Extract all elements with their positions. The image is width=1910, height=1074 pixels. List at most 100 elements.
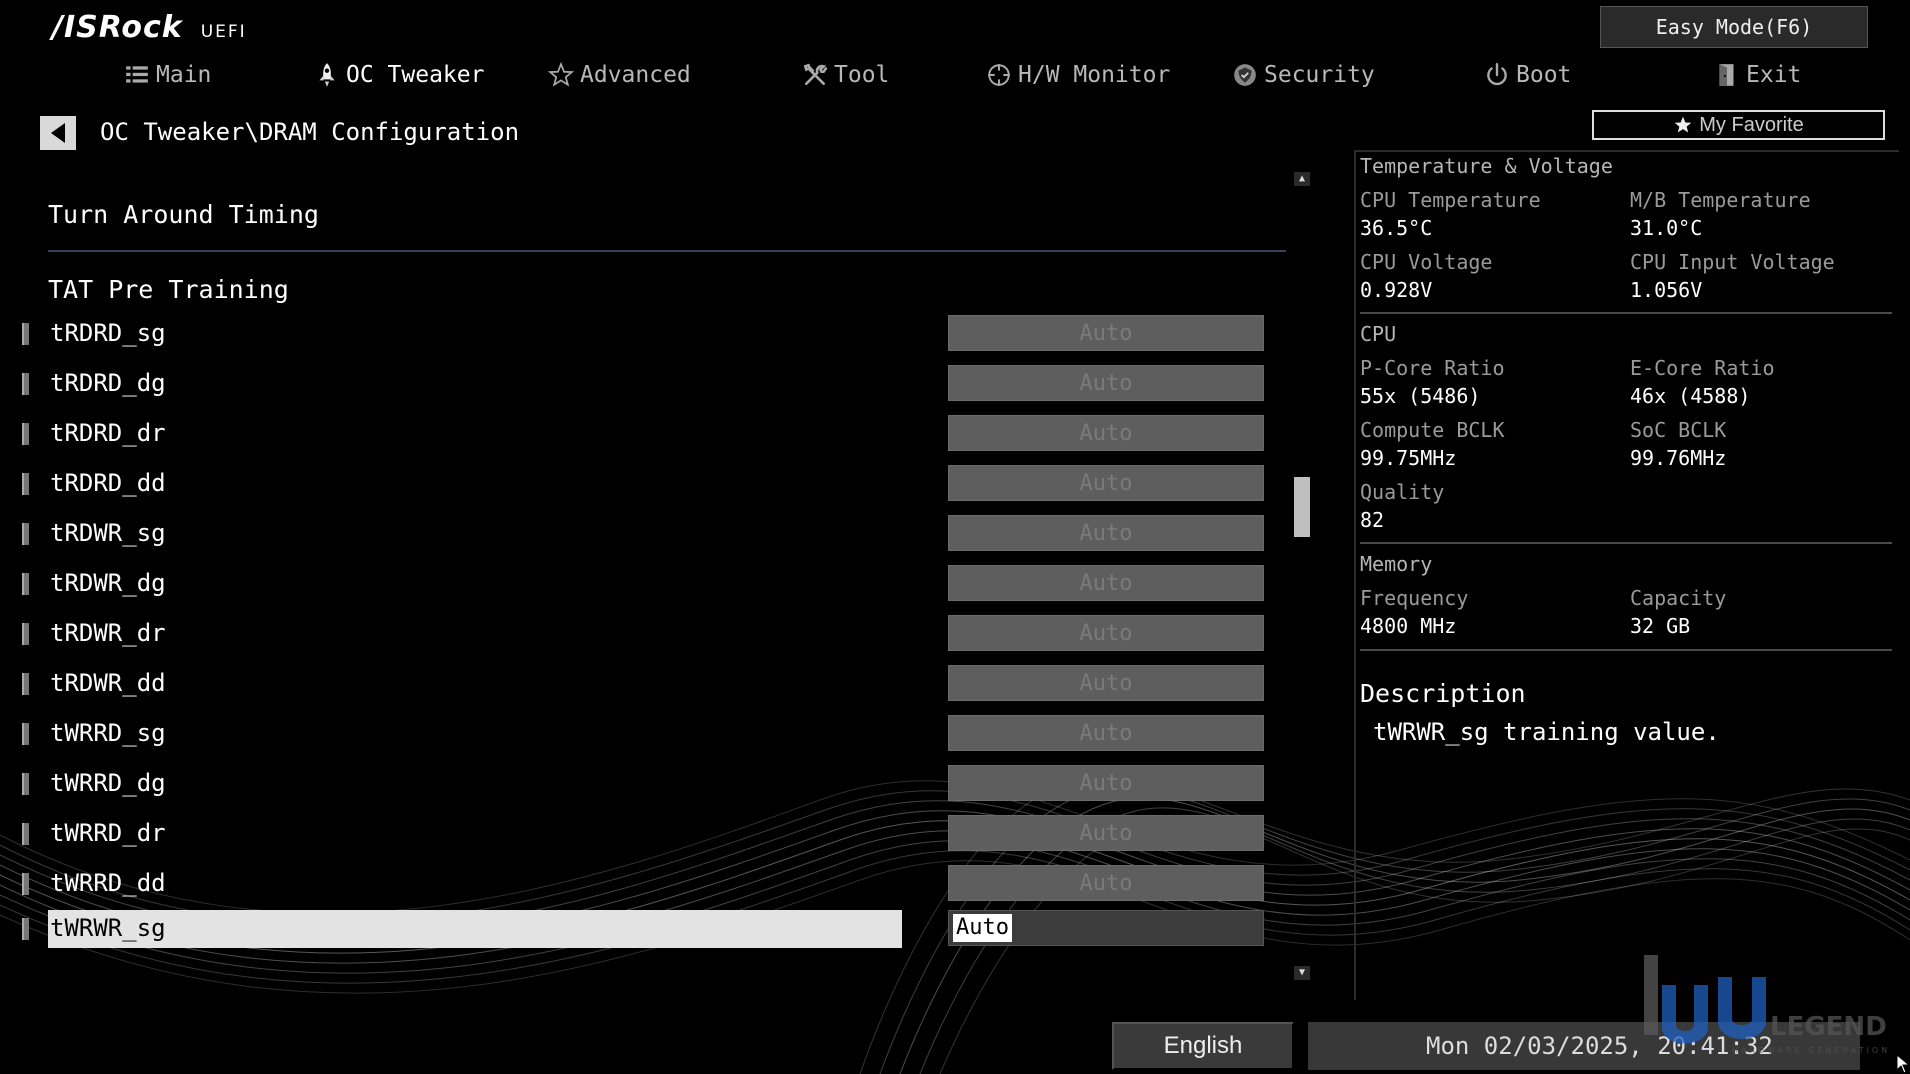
- row-grip: [22, 373, 29, 395]
- setting-value[interactable]: Auto: [948, 365, 1264, 401]
- pcore-ratio-label: P-Core Ratio: [1360, 356, 1505, 380]
- setting-row-trdrd-sg[interactable]: tRDRD_sg Auto: [0, 315, 1290, 355]
- setting-value[interactable]: Auto: [948, 415, 1264, 451]
- mb-temp-value: 31.0°C: [1630, 216, 1703, 240]
- ecore-ratio-value: 46x (4588): [1630, 384, 1751, 408]
- cpu-input-voltage-value: 1.056V: [1630, 278, 1703, 302]
- section-title: Turn Around Timing: [48, 200, 319, 229]
- row-grip: [22, 623, 29, 645]
- tab-boot[interactable]: Boot: [1484, 52, 1571, 98]
- setting-value[interactable]: Auto: [948, 865, 1264, 901]
- tab-main[interactable]: Main: [124, 52, 211, 98]
- list-icon: [126, 66, 148, 83]
- setting-label: tWRWR_sg: [50, 914, 166, 942]
- easy-mode-button[interactable]: Easy Mode(F6): [1600, 6, 1868, 48]
- cpu-heading: CPU: [1360, 322, 1397, 346]
- tab-label: Boot: [1516, 62, 1572, 88]
- description-text: tWRWR_sg training value.: [1373, 718, 1720, 746]
- setting-row-trdwr-sg[interactable]: tRDWR_sg Auto: [0, 515, 1290, 555]
- scroll-down-icon[interactable]: ▼: [1294, 966, 1310, 980]
- setting-value[interactable]: Auto: [948, 765, 1264, 801]
- row-grip: [22, 523, 29, 545]
- tab-label: Exit: [1746, 62, 1802, 88]
- setting-value[interactable]: Auto: [948, 465, 1264, 501]
- cpu-voltage-label: CPU Voltage: [1360, 250, 1493, 274]
- setting-value[interactable]: Auto: [948, 910, 1264, 946]
- section-divider: [48, 250, 1286, 252]
- crosshair-icon: [988, 64, 1010, 86]
- mouse-cursor-icon: [1896, 1054, 1910, 1074]
- setting-label: tRDWR_dd: [50, 669, 166, 697]
- setting-value[interactable]: Auto: [948, 315, 1264, 351]
- setting-value[interactable]: Auto: [948, 815, 1264, 851]
- scrollbar[interactable]: ▲ ▼: [1294, 172, 1310, 980]
- setting-value-text: Auto: [953, 914, 1012, 942]
- tab-label: Main: [156, 62, 212, 88]
- setting-row-trdwr-dg[interactable]: tRDWR_dg Auto: [0, 565, 1290, 605]
- rocket-icon: [319, 63, 335, 87]
- watermark-subtext: HARDWARE GENERATION: [1732, 1046, 1890, 1055]
- temp-voltage-heading: Temperature & Voltage: [1360, 154, 1613, 178]
- my-favorite-button[interactable]: My Favorite: [1592, 110, 1885, 140]
- tab-tool[interactable]: Tool: [802, 52, 889, 98]
- setting-value[interactable]: Auto: [948, 565, 1264, 601]
- cpu-temp-label: CPU Temperature: [1360, 188, 1541, 212]
- compute-bclk-value: 99.75MHz: [1360, 446, 1457, 470]
- scroll-up-icon[interactable]: ▲: [1294, 172, 1310, 186]
- info-divider: [1360, 542, 1892, 544]
- main-nav: Main OC Tweaker Advanced Tool H/W Monito…: [0, 52, 1910, 98]
- setting-label: tRDWR_sg: [50, 519, 166, 547]
- watermark-text: LEGEND: [1770, 1012, 1887, 1042]
- tab-advanced[interactable]: Advanced: [548, 52, 691, 98]
- setting-row-trdwr-dr[interactable]: tRDWR_dr Auto: [0, 615, 1290, 655]
- star-icon: [1674, 116, 1692, 133]
- setting-value[interactable]: Auto: [948, 665, 1264, 701]
- setting-row-twrrd-dd[interactable]: tWRRD_dd Auto: [0, 865, 1290, 905]
- quality-label: Quality: [1360, 480, 1445, 504]
- setting-row-trdwr-dd[interactable]: tRDWR_dd Auto: [0, 665, 1290, 705]
- setting-label: tRDRD_sg: [50, 319, 166, 347]
- memory-heading: Memory: [1360, 552, 1433, 576]
- tab-security[interactable]: Security: [1232, 52, 1375, 98]
- setting-label: tWRRD_sg: [50, 719, 166, 747]
- tab-label: OC Tweaker: [346, 62, 485, 88]
- brand-name: /ISRock: [52, 10, 183, 45]
- setting-row-twrwr-sg[interactable]: tWRWR_sg Auto: [0, 910, 1290, 950]
- row-grip: [22, 918, 29, 940]
- mb-temp-label: M/B Temperature: [1630, 188, 1811, 212]
- info-divider: [1360, 649, 1892, 651]
- language-button[interactable]: English: [1112, 1022, 1294, 1070]
- setting-row-twrrd-dg[interactable]: tWRRD_dg Auto: [0, 765, 1290, 805]
- tab-oc-tweaker[interactable]: OC Tweaker: [314, 52, 484, 98]
- setting-value[interactable]: Auto: [948, 715, 1264, 751]
- capacity-label: Capacity: [1630, 586, 1727, 610]
- arrow-left-icon: [51, 123, 65, 143]
- row-grip: [22, 323, 29, 345]
- setting-row-trdrd-dr[interactable]: tRDRD_dr Auto: [0, 415, 1290, 455]
- capacity-value: 32 GB: [1630, 614, 1691, 638]
- setting-value[interactable]: Auto: [948, 615, 1264, 651]
- tools-icon: [803, 63, 828, 85]
- setting-row-twrrd-dr[interactable]: tWRRD_dr Auto: [0, 815, 1290, 855]
- setting-value[interactable]: Auto: [948, 515, 1264, 551]
- back-button[interactable]: [40, 116, 76, 150]
- tab-exit[interactable]: Exit: [1714, 52, 1801, 98]
- compute-bclk-label: Compute BCLK: [1360, 418, 1505, 442]
- tab-label: H/W Monitor: [1018, 62, 1171, 88]
- row-grip: [22, 873, 29, 895]
- quality-value: 82: [1360, 508, 1385, 532]
- info-divider: [1360, 312, 1892, 314]
- description-title: Description: [1360, 679, 1526, 708]
- row-grip: [22, 573, 29, 595]
- setting-row-trdrd-dd[interactable]: tRDRD_dd Auto: [0, 465, 1290, 505]
- tab-label: Tool: [834, 62, 890, 88]
- setting-label: tRDWR_dr: [50, 619, 166, 647]
- setting-row-trdrd-dg[interactable]: tRDRD_dg Auto: [0, 365, 1290, 405]
- setting-row-twrrd-sg[interactable]: tWRRD_sg Auto: [0, 715, 1290, 755]
- setting-label: tWRRD_dd: [50, 869, 166, 897]
- star-icon: [548, 62, 574, 87]
- setting-label: tWRRD_dr: [50, 819, 166, 847]
- my-favorite-label: My Favorite: [1699, 113, 1804, 136]
- scroll-thumb[interactable]: [1294, 477, 1310, 537]
- tab-hw-monitor[interactable]: H/W Monitor: [986, 52, 1170, 98]
